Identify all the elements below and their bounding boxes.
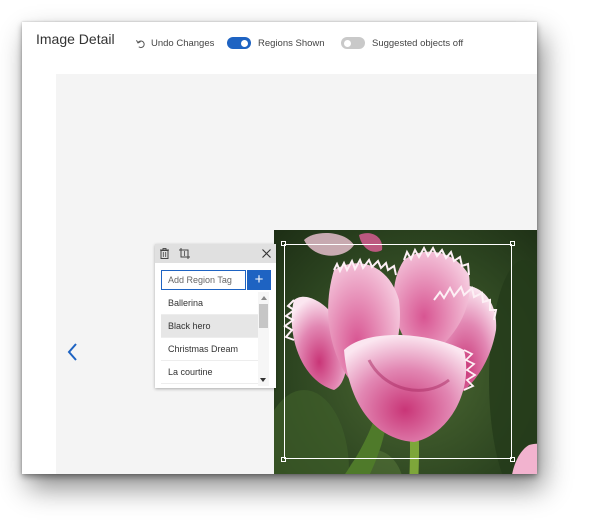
crop-region-button[interactable] [178,247,191,260]
trash-icon [160,248,169,259]
suggested-objects-label: Suggested objects off [372,37,464,49]
tag-list-scrollbar[interactable] [258,292,269,386]
tag-option[interactable]: Ballerina [161,292,258,315]
crop-icon [179,248,190,259]
header-bar: Image Detail Undo Changes Regions Shown … [22,22,537,74]
chevron-left-icon [67,343,77,361]
tag-option[interactable]: Christmas Dream [161,338,258,361]
undo-changes-button[interactable]: Undo Changes [135,36,214,50]
popup-toolbar [155,244,276,263]
close-popup-button[interactable] [260,247,273,260]
image-detail-window: Image Detail Undo Changes Regions Shown … [22,22,537,474]
region-tag-input[interactable] [161,270,246,290]
scrollbar-thumb[interactable] [259,304,268,328]
regions-shown-label: Regions Shown [258,37,325,49]
region-tag-popup: + Ballerina Black hero Christmas Dream L… [155,244,276,388]
regions-toggle-switch[interactable] [227,37,251,49]
resize-handle-bottom-left[interactable] [281,457,286,462]
tag-suggestion-list: Ballerina Black hero Christmas Dream La … [161,292,258,386]
page-title: Image Detail [36,31,115,47]
tulip-photo[interactable] [274,230,537,474]
close-icon [262,249,271,258]
scroll-up-arrow-icon[interactable] [261,296,267,300]
delete-region-button[interactable] [158,247,171,260]
undo-changes-label: Undo Changes [151,37,215,49]
resize-handle-top-left[interactable] [281,241,286,246]
suggested-objects-toggle[interactable]: Suggested objects off [341,36,463,50]
undo-icon [136,39,145,48]
resize-handle-bottom-right[interactable] [510,457,515,462]
scroll-down-arrow-icon[interactable] [260,378,266,382]
image-canvas-area: + Ballerina Black hero Christmas Dream L… [56,74,537,474]
resize-handle-top-right[interactable] [510,241,515,246]
regions-shown-toggle[interactable]: Regions Shown [227,36,325,50]
tag-option-selected[interactable]: Black hero [161,315,258,338]
tag-option[interactable]: La courtine [161,361,258,384]
previous-image-button[interactable] [66,342,80,362]
add-region-tag-button[interactable]: + [247,270,271,290]
region-bounding-box[interactable] [281,241,515,462]
suggested-toggle-switch[interactable] [341,37,365,49]
